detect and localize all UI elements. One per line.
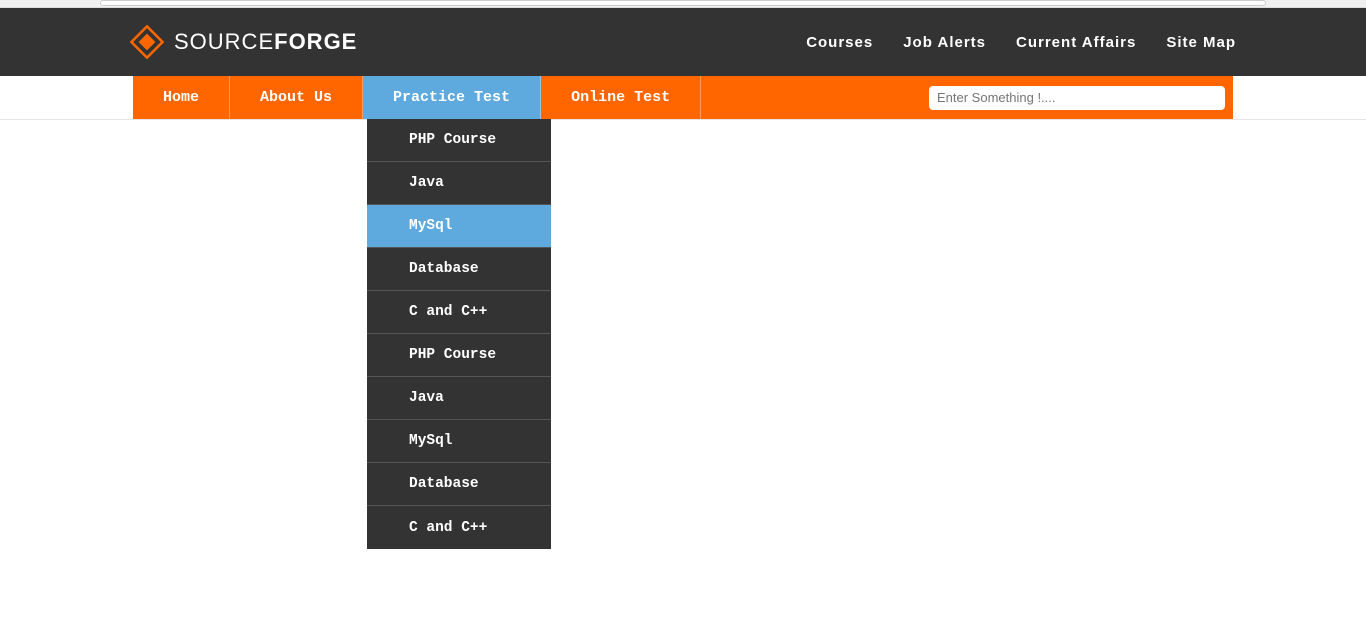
dropdown-item-database-2[interactable]: Database — [367, 463, 551, 506]
nav-online-test[interactable]: Online Test — [541, 76, 701, 119]
top-nav: Courses Job Alerts Current Affairs Site … — [806, 34, 1236, 51]
main-nav-row: Home About Us Practice Test Online Test … — [0, 76, 1366, 120]
dropdown-item-database[interactable]: Database — [367, 248, 551, 291]
nav-about-us[interactable]: About Us — [230, 76, 363, 119]
dropdown-item-mysql[interactable]: MySql — [367, 205, 551, 248]
dropdown-item-c-cpp-2[interactable]: C and C++ — [367, 506, 551, 549]
address-bar-outline — [100, 0, 1266, 6]
practice-test-dropdown: PHP Course Java MySql Database C and C++… — [367, 119, 551, 549]
nav-home[interactable]: Home — [133, 76, 230, 119]
dropdown-item-php-course[interactable]: PHP Course — [367, 119, 551, 162]
nav-spacer — [701, 76, 929, 119]
logo-icon — [130, 25, 164, 59]
logo-text: SOURCEFORGE — [174, 29, 357, 55]
topnav-job-alerts[interactable]: Job Alerts — [903, 34, 986, 51]
dropdown-item-java-2[interactable]: Java — [367, 377, 551, 420]
dropdown-item-php-course-2[interactable]: PHP Course — [367, 334, 551, 377]
search-input[interactable] — [929, 86, 1225, 110]
dropdown-item-c-cpp[interactable]: C and C++ — [367, 291, 551, 334]
main-nav: Home About Us Practice Test Online Test … — [133, 76, 1233, 119]
nav-practice-test[interactable]: Practice Test — [363, 76, 541, 119]
topnav-site-map[interactable]: Site Map — [1166, 34, 1236, 51]
search-wrap — [929, 76, 1233, 119]
site-header: SOURCEFORGE Courses Job Alerts Current A… — [0, 8, 1366, 76]
dropdown-item-java[interactable]: Java — [367, 162, 551, 205]
topnav-courses[interactable]: Courses — [806, 34, 873, 51]
browser-chrome-hint — [0, 0, 1366, 8]
topnav-current-affairs[interactable]: Current Affairs — [1016, 34, 1136, 51]
logo[interactable]: SOURCEFORGE — [130, 25, 357, 59]
dropdown-item-mysql-2[interactable]: MySql — [367, 420, 551, 463]
